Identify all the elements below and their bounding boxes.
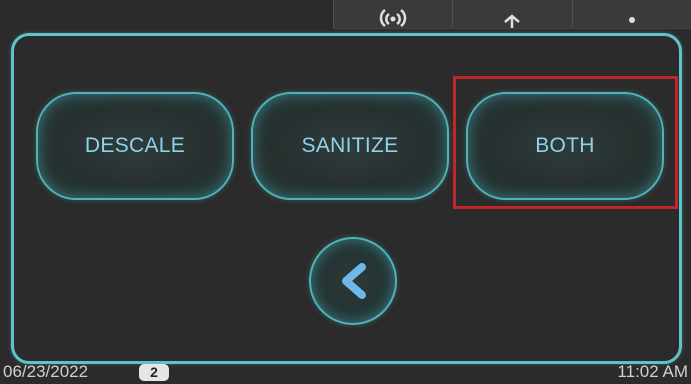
both-label: BOTH	[535, 134, 595, 157]
bluetooth-icon[interactable]	[452, 0, 571, 28]
chevron-left-icon	[342, 263, 366, 299]
wireless-signal-icon[interactable]	[333, 0, 452, 28]
status-bar	[333, 0, 691, 29]
footer-time: 11:02 AM	[617, 362, 688, 381]
back-button[interactable]	[309, 237, 397, 325]
descale-label: DESCALE	[84, 134, 186, 157]
cleaning-options-panel: DESCALE SANITIZE BOTH	[11, 33, 682, 364]
both-button[interactable]: BOTH	[466, 92, 664, 200]
notification-badge: 2	[139, 364, 169, 381]
sanitize-button[interactable]: SANITIZE	[251, 92, 449, 200]
descale-button[interactable]: DESCALE	[36, 92, 234, 200]
footer-date: 06/23/2022	[3, 362, 89, 381]
screen: DESCALE SANITIZE BOTH 06/23/2022 2 11:02…	[0, 0, 691, 384]
sanitize-label: SANITIZE	[301, 134, 399, 157]
menu-dots-icon[interactable]	[571, 0, 691, 28]
